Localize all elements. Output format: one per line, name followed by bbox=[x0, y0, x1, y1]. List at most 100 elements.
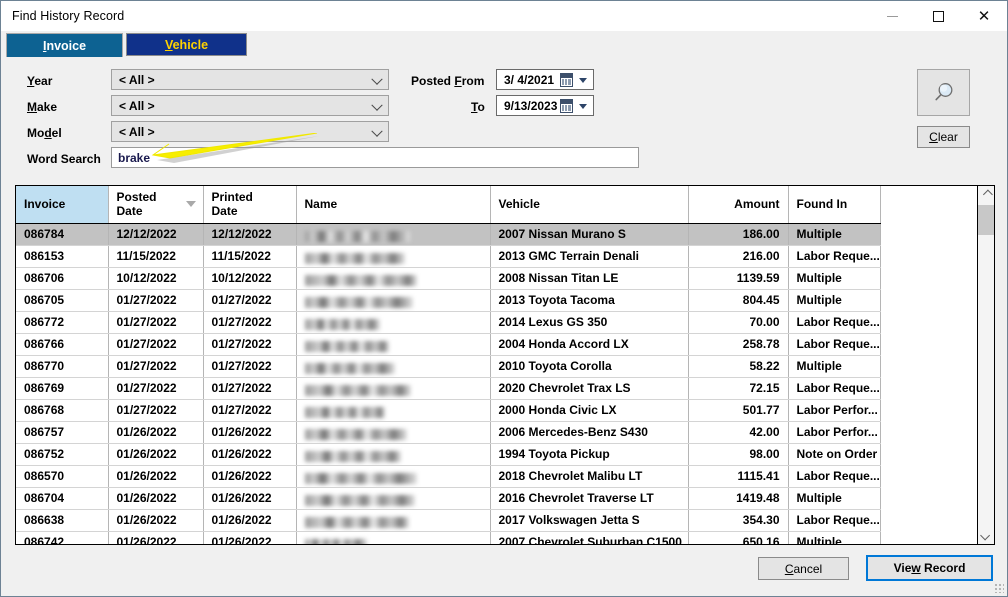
column-header-vehicle[interactable]: Vehicle bbox=[490, 186, 689, 224]
cell-vehicle: 2007 Nissan Murano S bbox=[490, 223, 689, 246]
table-row[interactable]: 086784 12/12/2022 12/12/2022 2007 Nissan Mu… bbox=[16, 223, 881, 246]
make-combobox[interactable]: < All > bbox=[111, 95, 389, 116]
cell-found-in: Labor Perfor... bbox=[788, 399, 881, 422]
cancel-button-label: Cancel bbox=[784, 561, 823, 576]
redacted-name bbox=[304, 319, 380, 330]
cell-posted-date: 01/27/2022 bbox=[108, 355, 204, 378]
posted-to-datepicker[interactable]: 9/13/2023 bbox=[496, 95, 594, 116]
cell-posted-date: 01/26/2022 bbox=[108, 531, 204, 544]
cell-printed-date: 01/27/2022 bbox=[203, 399, 297, 422]
column-header-printed-date[interactable]: Printed Date bbox=[203, 186, 297, 224]
chevron-down-icon bbox=[579, 104, 587, 109]
cancel-button[interactable]: Cancel bbox=[758, 557, 849, 580]
cell-posted-date: 01/26/2022 bbox=[108, 487, 204, 510]
table-row[interactable]: 086766 01/27/2022 01/27/2022 2004 Honda Acc… bbox=[16, 333, 881, 356]
table-row[interactable]: 086704 01/26/2022 01/26/2022 2016 Chevrolet… bbox=[16, 487, 881, 510]
clear-button[interactable]: Clear bbox=[917, 126, 970, 148]
table-row[interactable]: 086570 01/26/2022 01/26/2022 2018 Chevrolet… bbox=[16, 465, 881, 488]
table-row[interactable]: 086752 01/26/2022 01/26/2022 1994 Toyota Pi… bbox=[16, 443, 881, 466]
table-row[interactable]: 086770 01/27/2022 01/27/2022 2010 Toyota Co… bbox=[16, 355, 881, 378]
cell-invoice: 086706 bbox=[16, 267, 109, 290]
scroll-up-button[interactable] bbox=[978, 186, 994, 203]
cell-vehicle: 2013 GMC Terrain Denali bbox=[490, 245, 689, 268]
minimize-button[interactable] bbox=[869, 1, 915, 31]
chevron-down-icon bbox=[371, 73, 383, 85]
column-header-name[interactable]: Name bbox=[296, 186, 491, 224]
model-combobox[interactable]: < All > bbox=[111, 121, 389, 142]
cell-vehicle: 2014 Lexus GS 350 bbox=[490, 311, 689, 334]
chevron-down-icon bbox=[979, 530, 990, 541]
calendar-icon bbox=[560, 73, 573, 87]
maximize-button[interactable] bbox=[915, 1, 961, 31]
chevron-down-icon bbox=[579, 78, 587, 83]
tab-vehicle[interactable]: Vehicle bbox=[126, 33, 247, 56]
redacted-name bbox=[304, 363, 395, 374]
table-row[interactable]: 086768 01/27/2022 01/27/2022 2000 Honda Civ… bbox=[16, 399, 881, 422]
cell-printed-date: 01/26/2022 bbox=[203, 531, 297, 544]
view-record-button[interactable]: View Record bbox=[866, 555, 993, 581]
posted-date-line1: Posted bbox=[116, 190, 157, 205]
cell-vehicle: 2017 Volkswagen Jetta S bbox=[490, 509, 689, 532]
column-header-found-in[interactable]: Found In bbox=[788, 186, 881, 224]
redacted-name bbox=[304, 253, 405, 264]
tab-invoice[interactable]: Invoice bbox=[6, 33, 123, 58]
search-button[interactable] bbox=[917, 69, 970, 116]
cell-name bbox=[296, 531, 491, 544]
cell-name bbox=[296, 377, 491, 400]
table-row[interactable]: 086742 01/26/2022 01/26/2022 2007 Chevrolet… bbox=[16, 531, 881, 544]
cell-printed-date: 01/26/2022 bbox=[203, 465, 297, 488]
cell-amount: 42.00 bbox=[688, 421, 789, 444]
table-row[interactable]: 086153 11/15/2022 11/15/2022 2013 GMC Terra… bbox=[16, 245, 881, 268]
column-header-posted-date[interactable]: Posted Date bbox=[108, 186, 204, 224]
cell-found-in: Multiple bbox=[788, 531, 881, 544]
cell-invoice: 086769 bbox=[16, 377, 109, 400]
cell-posted-date: 01/26/2022 bbox=[108, 443, 204, 466]
cell-invoice: 086766 bbox=[16, 333, 109, 356]
close-button[interactable]: ✕ bbox=[961, 1, 1007, 31]
cell-printed-date: 01/26/2022 bbox=[203, 487, 297, 510]
cell-found-in: Labor Perfor... bbox=[788, 421, 881, 444]
table-row[interactable]: 086772 01/27/2022 01/27/2022 2014 Lexus GS … bbox=[16, 311, 881, 334]
posted-from-datepicker[interactable]: 3/ 4/2021 bbox=[496, 69, 594, 90]
vertical-scrollbar[interactable] bbox=[977, 186, 994, 544]
cell-posted-date: 01/27/2022 bbox=[108, 333, 204, 356]
cell-amount: 216.00 bbox=[688, 245, 789, 268]
redacted-name bbox=[304, 451, 401, 462]
year-value: < All > bbox=[119, 72, 155, 87]
cell-invoice: 086742 bbox=[16, 531, 109, 544]
redacted-name bbox=[304, 407, 385, 418]
table-row[interactable]: 086705 01/27/2022 01/27/2022 2013 Toyota Ta… bbox=[16, 289, 881, 312]
cell-name bbox=[296, 355, 491, 378]
cell-invoice: 086705 bbox=[16, 289, 109, 312]
cell-name bbox=[296, 333, 491, 356]
search-input[interactable] bbox=[111, 147, 639, 168]
cell-amount: 501.77 bbox=[688, 399, 789, 422]
table-row[interactable]: 086769 01/27/2022 01/27/2022 2020 Chevrolet… bbox=[16, 377, 881, 400]
cell-found-in: Labor Reque... bbox=[788, 509, 881, 532]
clear-button-label: Clear bbox=[929, 130, 958, 144]
scroll-down-button[interactable] bbox=[978, 527, 994, 544]
printed-date-line2: Date bbox=[211, 204, 238, 219]
column-header-amount[interactable]: Amount bbox=[688, 186, 789, 224]
column-header-invoice[interactable]: Invoice bbox=[16, 186, 109, 224]
table-row[interactable]: 086757 01/26/2022 01/26/2022 2006 Mercedes-… bbox=[16, 421, 881, 444]
year-combobox[interactable]: < All > bbox=[111, 69, 389, 90]
chevron-down-icon bbox=[371, 125, 383, 137]
resize-grip[interactable] bbox=[994, 583, 1004, 593]
cell-vehicle: 2020 Chevrolet Trax LS bbox=[490, 377, 689, 400]
results-grid: Invoice Posted Date Printed Date Name Ve… bbox=[15, 185, 995, 545]
cell-invoice: 086570 bbox=[16, 465, 109, 488]
cell-invoice: 086704 bbox=[16, 487, 109, 510]
magnifier-icon bbox=[934, 82, 952, 100]
cell-amount: 1139.59 bbox=[688, 267, 789, 290]
table-row[interactable]: 086706 10/12/2022 10/12/2022 2008 Nissan Ti… bbox=[16, 267, 881, 290]
redacted-name bbox=[304, 473, 417, 484]
table-row[interactable]: 086638 01/26/2022 01/26/2022 2017 Volkswage… bbox=[16, 509, 881, 532]
scrollbar-thumb[interactable] bbox=[978, 205, 994, 235]
cell-vehicle: 2010 Toyota Corolla bbox=[490, 355, 689, 378]
cell-invoice: 086752 bbox=[16, 443, 109, 466]
cell-name bbox=[296, 421, 491, 444]
cell-posted-date: 01/27/2022 bbox=[108, 311, 204, 334]
cell-invoice: 086768 bbox=[16, 399, 109, 422]
tab-invoice-rest: nvoice bbox=[46, 38, 87, 53]
